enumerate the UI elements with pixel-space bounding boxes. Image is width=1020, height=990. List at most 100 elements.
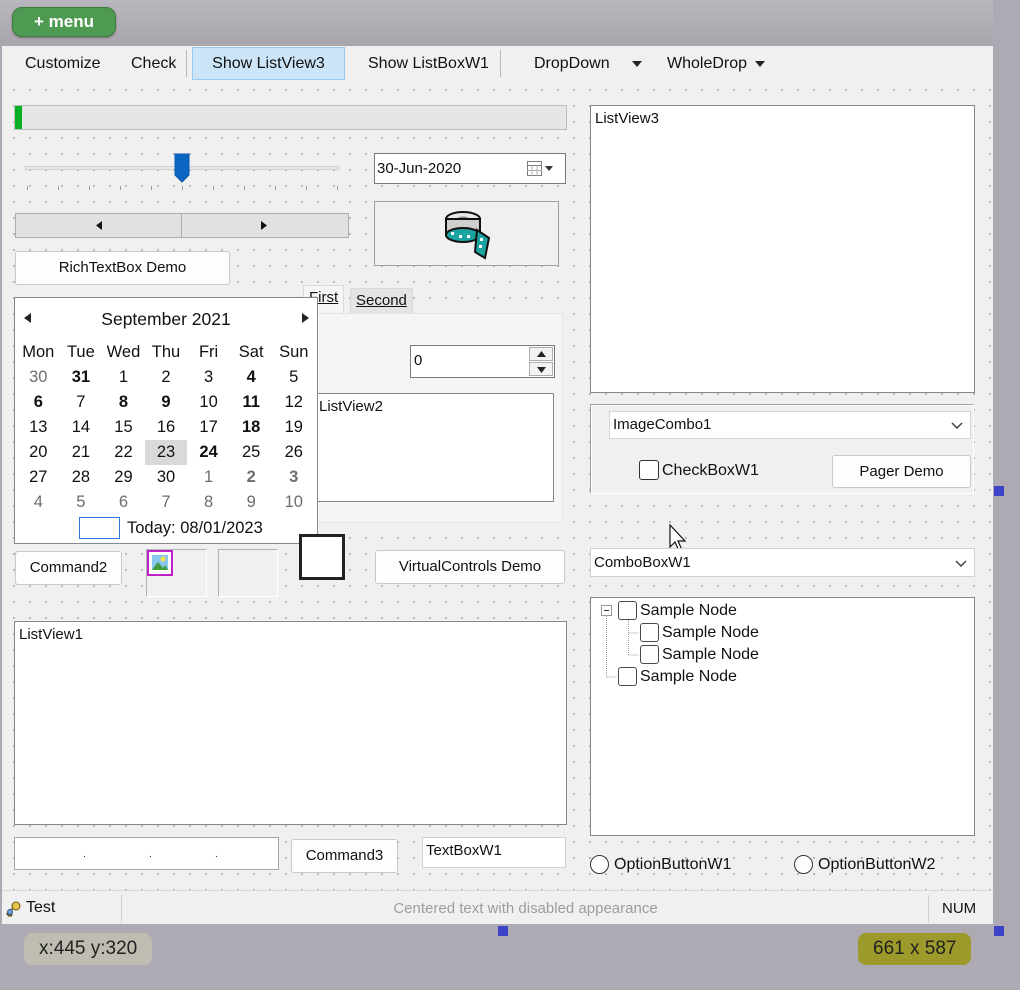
optionbuttonw1-label[interactable]: OptionButtonW1 <box>614 856 731 874</box>
customize-button[interactable]: Customize <box>15 47 111 80</box>
calendar-day[interactable]: 1 <box>102 365 145 390</box>
calendar-day[interactable]: 3 <box>272 465 315 490</box>
textboxw1[interactable]: TextBoxW1 <box>422 837 566 868</box>
calendar-day[interactable]: 14 <box>60 415 103 440</box>
calendar-day[interactable]: 10 <box>272 490 315 515</box>
check-button[interactable]: Check <box>121 47 186 80</box>
calendar-day[interactable]: 29 <box>102 465 145 490</box>
calendar-day[interactable]: 25 <box>230 440 273 465</box>
calendar-day[interactable]: 11 <box>230 390 273 415</box>
calendar-dropdown-icon[interactable] <box>527 161 559 177</box>
spinner[interactable]: 0 <box>410 345 555 378</box>
tree-node-label[interactable]: Sample Node <box>662 624 759 642</box>
menu-button[interactable]: + menu <box>12 7 116 37</box>
resize-handle[interactable] <box>994 926 1004 936</box>
calendar-day[interactable]: 7 <box>60 390 103 415</box>
calendar-day[interactable]: 7 <box>145 490 188 515</box>
calendar-day[interactable]: 4 <box>17 490 60 515</box>
calendar-weekday: Tue <box>66 343 95 361</box>
optionbuttonw2-label[interactable]: OptionButtonW2 <box>818 856 935 874</box>
spinner-down-button[interactable] <box>529 362 553 376</box>
calendar-day[interactable]: 28 <box>60 465 103 490</box>
calendar-day[interactable]: 8 <box>187 490 230 515</box>
imagecombo1[interactable]: ImageCombo1 <box>609 411 971 439</box>
calendar-day[interactable]: 19 <box>272 415 315 440</box>
calendar-day[interactable]: 22 <box>102 440 145 465</box>
richtextbox-demo-button[interactable]: RichTextBox Demo <box>15 251 230 285</box>
calendar-day[interactable]: 20 <box>17 440 60 465</box>
optionbuttonw2-radio[interactable] <box>794 855 813 874</box>
masked-input[interactable]: . . . <box>14 837 279 870</box>
calendar-day[interactable]: 18 <box>230 415 273 440</box>
optionbuttonw1-radio[interactable] <box>590 855 609 874</box>
date-picker[interactable]: 30-Jun-2020 <box>374 153 566 184</box>
tree-node-label[interactable]: Sample Node <box>640 602 737 620</box>
pager-demo-button[interactable]: Pager Demo <box>832 455 971 488</box>
calendar-day[interactable]: 16 <box>145 415 188 440</box>
calendar-day[interactable]: 31 <box>60 365 103 390</box>
calendar-day[interactable]: 3 <box>187 365 230 390</box>
chevron-down-icon[interactable] <box>951 422 963 429</box>
calendar-day[interactable]: 8 <box>102 390 145 415</box>
dropdown-button[interactable]: DropDown <box>524 47 652 80</box>
command3-button[interactable]: Command3 <box>291 839 398 873</box>
calendar-day[interactable]: 6 <box>17 390 60 415</box>
calendar-day[interactable]: 17 <box>187 415 230 440</box>
calendar-day[interactable]: 12 <box>272 390 315 415</box>
scroll-right-button[interactable] <box>182 214 348 237</box>
scroll-left-button[interactable] <box>16 214 182 237</box>
calendar-day[interactable]: 27 <box>17 465 60 490</box>
calendar-day[interactable]: 1 <box>187 465 230 490</box>
listview3[interactable]: ListView3 <box>590 105 975 393</box>
comboboxw1[interactable]: ComboBoxW1 <box>590 548 975 577</box>
command2-button[interactable]: Command2 <box>15 551 122 585</box>
progress-bar <box>14 105 567 130</box>
resize-handle[interactable] <box>994 486 1004 496</box>
tree-node-label[interactable]: Sample Node <box>662 646 759 664</box>
show-listboxw1-button[interactable]: Show ListBoxW1 <box>358 47 499 80</box>
calendar-month-label[interactable]: September 2021 <box>15 309 317 330</box>
calendar-day[interactable]: 9 <box>145 390 188 415</box>
tree-node-checkbox[interactable] <box>618 667 637 686</box>
calendar-next-icon[interactable] <box>302 313 309 323</box>
mask-dot: . <box>215 849 218 860</box>
calendar-today-label[interactable]: Today: 08/01/2023 <box>127 519 263 538</box>
slider-thumb[interactable] <box>174 153 190 183</box>
spinner-up-button[interactable] <box>529 347 553 361</box>
calendar-day[interactable]: 2 <box>230 465 273 490</box>
treeview[interactable]: Sample Node Sample Node Sample Node Sample … <box>590 597 975 836</box>
wholedrop-button[interactable]: WholeDrop <box>657 47 775 80</box>
calendar-day[interactable]: 23 <box>144 440 188 465</box>
show-listview3-button[interactable]: Show ListView3 <box>192 47 345 80</box>
calendar-day[interactable]: 5 <box>60 490 103 515</box>
listview1[interactable]: ListView1 <box>14 621 567 825</box>
calendar-day[interactable]: 30 <box>145 465 188 490</box>
key-icon <box>5 901 21 917</box>
calendar-day[interactable]: 10 <box>187 390 230 415</box>
resize-handle[interactable] <box>498 926 508 936</box>
horizontal-scrollbar[interactable] <box>15 213 349 238</box>
calendar-day[interactable]: 30 <box>17 365 60 390</box>
tree-node-checkbox[interactable] <box>640 645 659 664</box>
calendar-day[interactable]: 24 <box>187 440 230 465</box>
calendar-day[interactable]: 5 <box>272 365 315 390</box>
calendar-day[interactable]: 6 <box>102 490 145 515</box>
month-calendar[interactable]: September 2021 Mon Tue Wed Thu Fri Sat Sun 30 3… <box>14 297 318 544</box>
calendar-day[interactable]: 26 <box>272 440 315 465</box>
checkboxw1-box[interactable] <box>639 460 659 480</box>
calendar-weekday: Mon <box>22 343 55 361</box>
calendar-day[interactable]: 13 <box>17 415 60 440</box>
tab-second[interactable]: Second <box>350 288 413 313</box>
calendar-day[interactable]: 21 <box>60 440 103 465</box>
tree-node-checkbox[interactable] <box>640 623 659 642</box>
calendar-day[interactable]: 15 <box>102 415 145 440</box>
virtualcontrols-demo-button[interactable]: VirtualControls Demo <box>375 550 565 584</box>
calendar-day[interactable]: 2 <box>145 365 188 390</box>
listview2[interactable]: ListView2 <box>314 393 554 502</box>
calendar-day[interactable]: 4 <box>230 365 273 390</box>
tree-node-label[interactable]: Sample Node <box>640 668 737 686</box>
chevron-down-icon[interactable] <box>955 560 967 567</box>
tree-node-checkbox[interactable] <box>618 601 637 620</box>
checkboxw1-label[interactable]: CheckBoxW1 <box>662 462 759 480</box>
calendar-day[interactable]: 9 <box>230 490 273 515</box>
